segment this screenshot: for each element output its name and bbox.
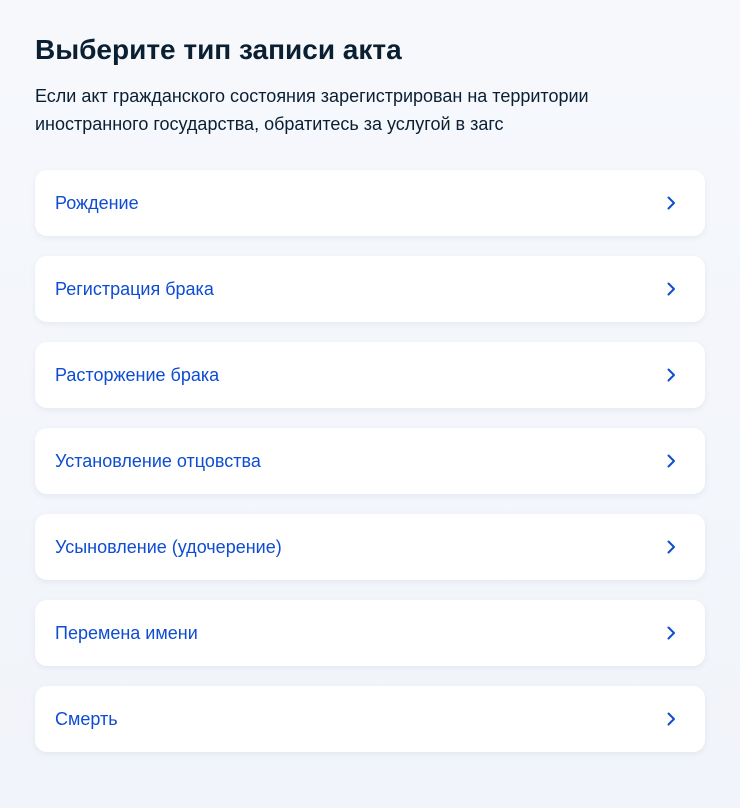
chevron-right-icon bbox=[665, 539, 677, 555]
option-label: Установление отцовства bbox=[55, 451, 261, 471]
option-label: Рождение bbox=[55, 193, 139, 213]
chevron-right-icon bbox=[665, 625, 677, 641]
option-name-change[interactable]: Перемена имени bbox=[35, 600, 705, 666]
chevron-right-icon bbox=[665, 367, 677, 383]
option-label: Усыновление (удочерение) bbox=[55, 537, 282, 557]
chevron-right-icon bbox=[665, 711, 677, 727]
chevron-right-icon bbox=[665, 281, 677, 297]
option-label: Регистрация брака bbox=[55, 279, 214, 299]
act-type-list: Рождение Регистрация брака Расторжение б… bbox=[35, 170, 705, 752]
page-title: Выберите тип записи акта bbox=[35, 34, 402, 65]
option-label: Смерть bbox=[55, 709, 118, 729]
option-marriage-registration[interactable]: Регистрация брака bbox=[35, 256, 705, 322]
page: Выберите тип записи акта Если акт гражда… bbox=[0, 0, 740, 808]
option-death[interactable]: Смерть bbox=[35, 686, 705, 752]
option-paternity[interactable]: Установление отцовства bbox=[35, 428, 705, 494]
option-divorce[interactable]: Расторжение брака bbox=[35, 342, 705, 408]
option-label: Перемена имени bbox=[55, 623, 198, 643]
option-label: Расторжение брака bbox=[55, 365, 220, 385]
option-adoption[interactable]: Усыновление (удочерение) bbox=[35, 514, 705, 580]
chevron-right-icon bbox=[665, 195, 677, 211]
page-description: Если акт гражданского состояния зарегист… bbox=[35, 86, 589, 134]
chevron-right-icon bbox=[665, 453, 677, 469]
option-birth[interactable]: Рождение bbox=[35, 170, 705, 236]
